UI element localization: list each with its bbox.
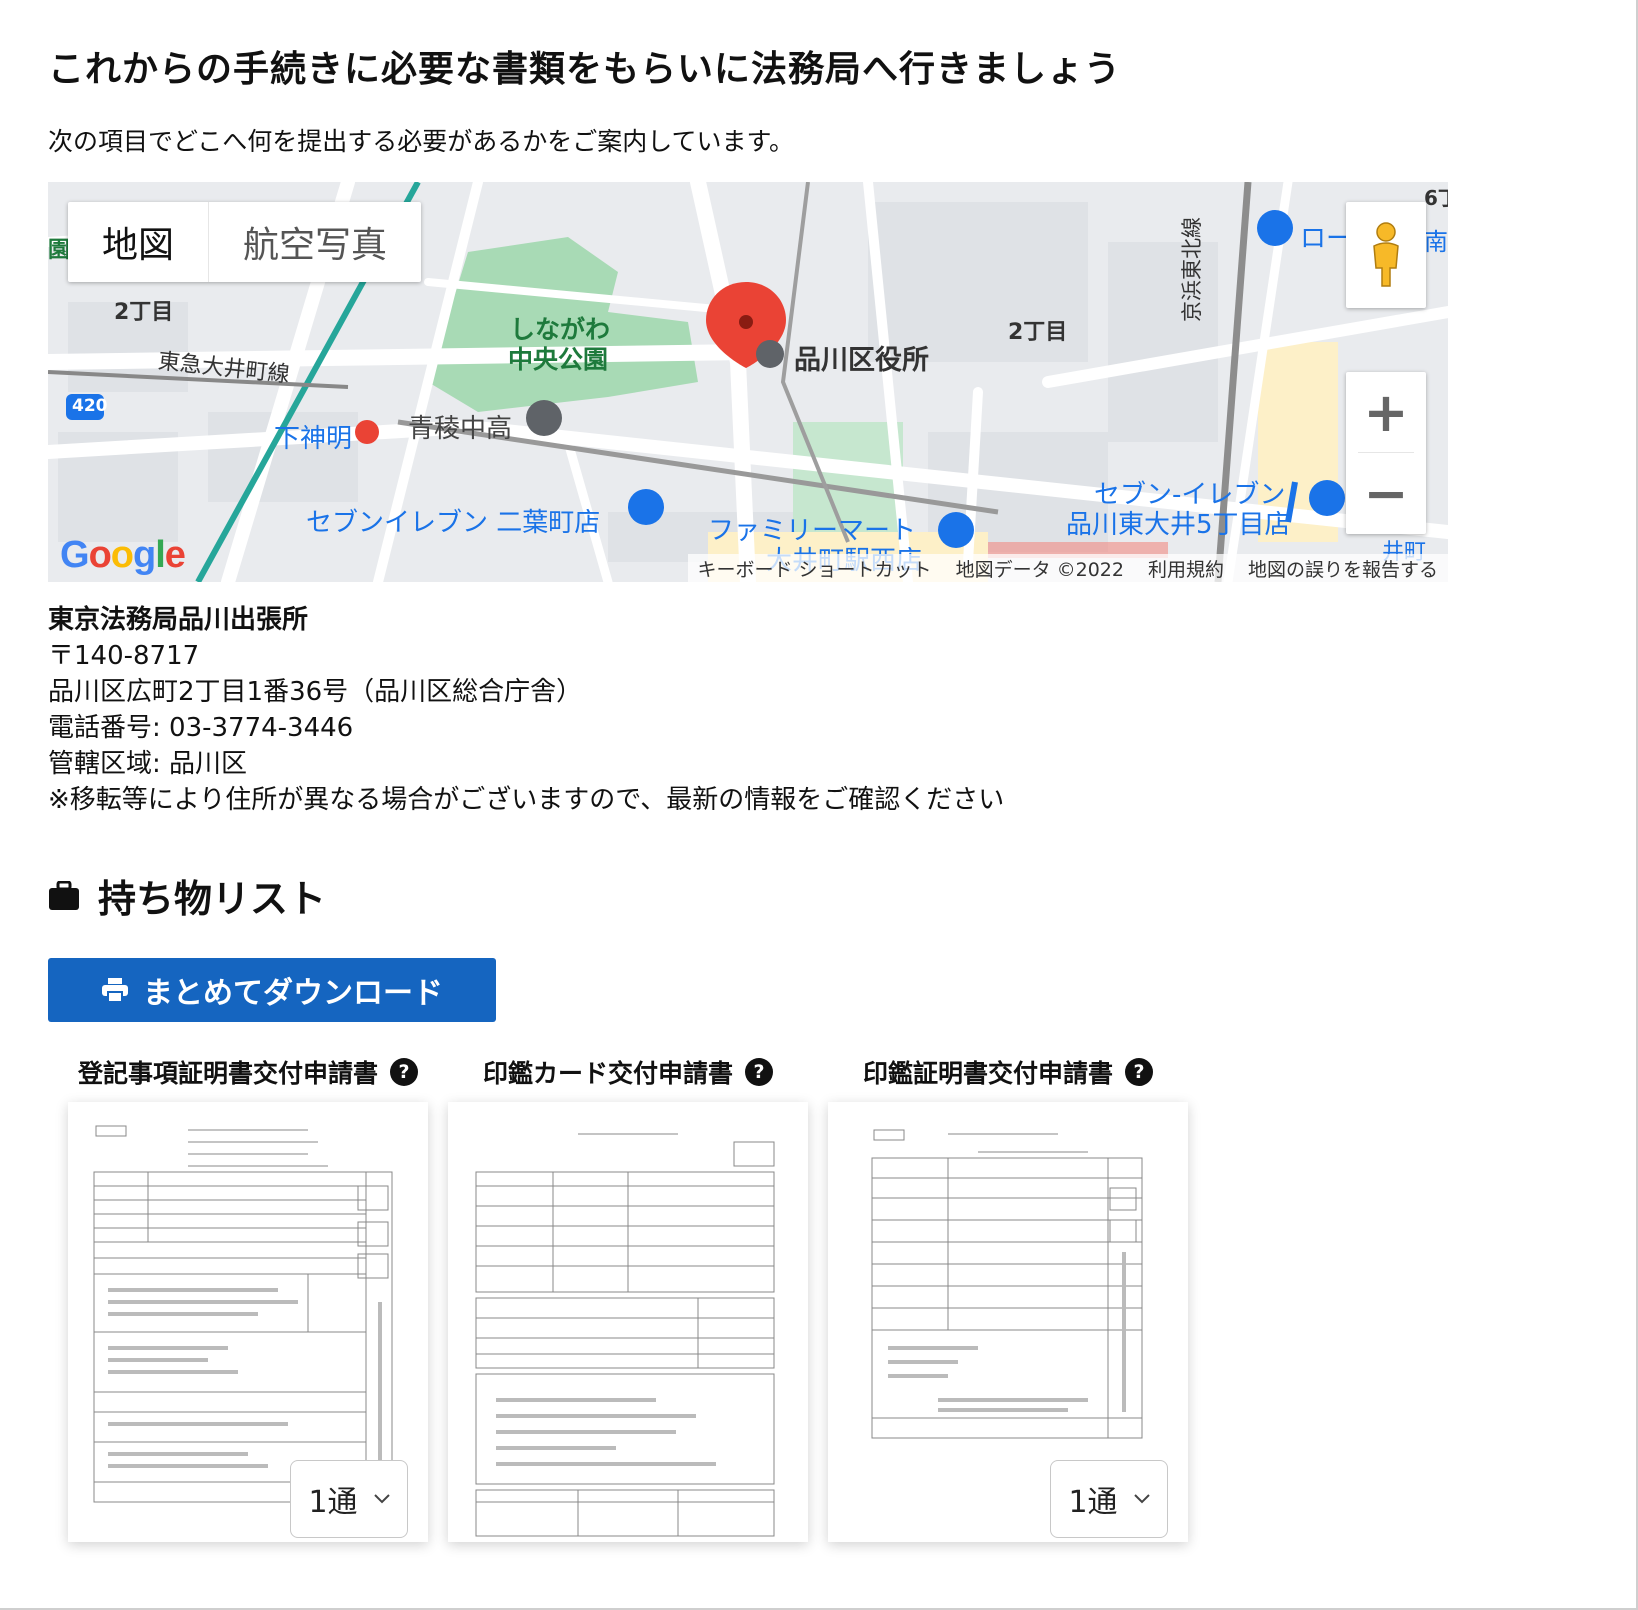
help-icon[interactable]: ? <box>1125 1058 1153 1086</box>
belongings-title: 持ち物リスト <box>98 877 327 921</box>
terms-link[interactable]: 利用規約 <box>1148 555 1224 582</box>
download-all-button[interactable]: まとめてダウンロード <box>48 958 496 1022</box>
form-preview-image <box>475 1133 775 1537</box>
map-type-satellite-button[interactable]: 航空写真 <box>208 202 421 282</box>
document-title-1: 登記事項証明書交付申請書 ? <box>68 1050 428 1094</box>
chevron-down-icon <box>373 1494 390 1504</box>
help-icon[interactable]: ? <box>745 1058 773 1086</box>
document-card-1: 登記事項証明書交付申請書 ? 1通 <box>68 1050 428 1542</box>
office-phone: 電話番号: 03-3774-3446 <box>48 713 354 743</box>
map-label-park-2: 中央公園 <box>508 345 609 374</box>
quantity-value-3: 1通 <box>1068 1485 1118 1520</box>
office-info: 東京法務局品川出張所 〒140-8717 品川区広町2丁目1番36号（品川区総合… <box>48 602 1004 818</box>
map-label-ward-office[interactable]: 品川区役所 <box>794 338 929 377</box>
document-card-3: 印鑑証明書交付申請書 ? 1通 <box>828 1050 1188 1542</box>
download-all-label: まとめてダウンロード <box>143 976 443 1011</box>
google-logo[interactable]: Google <box>60 534 186 577</box>
briefcase-icon <box>49 880 79 910</box>
office-jurisdiction: 管轄区域: 品川区 <box>48 749 248 779</box>
map-label-station[interactable]: 下神明 <box>274 418 352 455</box>
map-type-map-button[interactable]: 地図 <box>68 202 208 282</box>
quantity-select-3[interactable]: 1通 <box>1050 1460 1168 1538</box>
document-title-2: 印鑑カード交付申請書 ? <box>448 1050 808 1094</box>
map[interactable]: 420 2丁目 2丁目 東急大井町線 しながわ 中央公園 品川区役所 下神明 青… <box>48 182 1448 582</box>
report-error-link[interactable]: 地図の誤りを報告する <box>1248 555 1438 582</box>
map-type-control: 地図 航空写真 <box>68 202 422 282</box>
document-thumbnail-2[interactable] <box>448 1102 808 1542</box>
office-note: ※移転等により住所が異なる場合がございますので、最新の情報をご確認ください <box>48 785 1005 815</box>
pegman-icon <box>1373 222 1399 287</box>
document-title-text-2: 印鑑カード交付申請書 <box>482 1059 733 1088</box>
map-label-keihin: 京浜東北線 <box>1180 217 1204 322</box>
map-data-text: 地図データ ©2022 <box>955 558 1124 581</box>
map-label-seven-oi-2[interactable]: 品川東大井5丁目店 <box>1066 504 1291 541</box>
document-title-text-1: 登記事項証明書交付申請書 <box>77 1059 378 1088</box>
belongings-heading: 持ち物リスト <box>48 868 326 923</box>
chevron-down-icon <box>1133 1494 1150 1504</box>
document-title-text-3: 印鑑証明書交付申請書 <box>862 1059 1113 1088</box>
help-icon[interactable]: ? <box>390 1058 418 1086</box>
zoom-in-button[interactable]: + <box>1346 372 1426 452</box>
map-label-lawson[interactable]: ロー <box>1300 218 1352 255</box>
map-label-seven-futaba[interactable]: セブンイレブン 二葉町店 <box>306 502 600 539</box>
street-view-button[interactable] <box>1346 202 1426 308</box>
map-label-chome-left: 2丁目 <box>114 300 174 325</box>
document-title-3: 印鑑証明書交付申請書 ? <box>828 1050 1188 1094</box>
map-label-school[interactable]: 青稜中高 <box>408 408 512 445</box>
lead-text: 次の項目でどこへ何を提出する必要があるかをご案内しています。 <box>48 127 795 156</box>
map-attribution: キーボード ショートカット 地図データ ©2022 利用規約 地図の誤りを報告す… <box>687 554 1448 582</box>
document-card-2: 印鑑カード交付申請書 ? <box>448 1050 808 1542</box>
quantity-select-1[interactable]: 1通 <box>290 1460 408 1538</box>
office-name: 東京法務局品川出張所 <box>48 605 309 635</box>
map-label-edge-en: 園 <box>48 238 71 263</box>
quantity-value-1: 1通 <box>308 1485 358 1520</box>
page-title: これからの手続きに必要な書類をもらいに法務局へ行きましょう <box>48 49 1122 90</box>
map-label-chome-right: 2丁目 <box>1008 320 1068 345</box>
printer-icon <box>102 978 128 1003</box>
map-label-route: 420 <box>72 396 108 416</box>
office-address: 品川区広町2丁目1番36号（品川区総合庁舎） <box>48 677 583 707</box>
map-label-edge-minami: 南 <box>1424 228 1448 256</box>
zoom-control: + − <box>1346 372 1426 534</box>
map-label-edge-6: 6丁 <box>1424 186 1448 210</box>
zoom-out-button[interactable]: − <box>1346 453 1426 533</box>
office-postal: 〒140-8717 <box>48 641 200 671</box>
keyboard-shortcuts-link[interactable]: キーボード ショートカット <box>698 555 932 582</box>
